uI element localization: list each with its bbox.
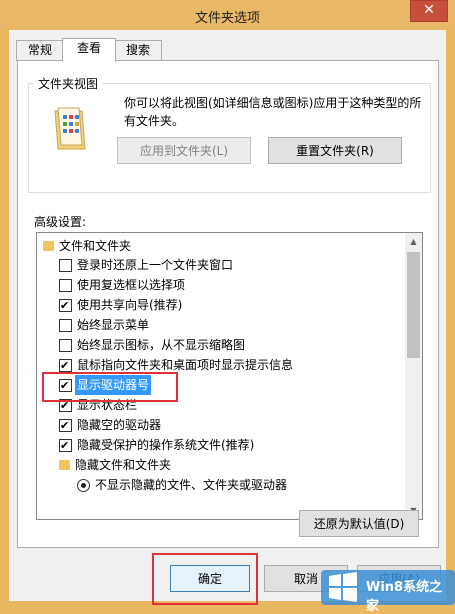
scrollbar-thumb[interactable] <box>407 252 420 358</box>
checkbox[interactable] <box>59 436 72 456</box>
list-item-label: 使用复选框以选择项 <box>77 278 186 292</box>
reset-folders-button[interactable]: 重置文件夹(R) <box>268 137 402 164</box>
tab-view[interactable]: 查看 <box>62 38 116 62</box>
title-bar: 文件夹选项 ✕ <box>0 0 455 30</box>
annotation-highlight-drive-letters <box>42 372 178 402</box>
tab-search[interactable]: 搜索 <box>114 40 162 61</box>
checkbox[interactable] <box>59 416 72 436</box>
checkbox[interactable] <box>59 259 72 272</box>
advanced-settings-label: 高级设置: <box>34 215 87 229</box>
close-icon: ✕ <box>423 2 435 18</box>
tab-strip: 常规 查看 搜索 <box>16 38 446 62</box>
scroll-up-icon[interactable]: ▲ <box>405 233 422 250</box>
annotation-highlight-ok <box>152 553 258 605</box>
radio-button[interactable] <box>77 479 90 492</box>
folder-views-legend: 文件夹视图 <box>34 75 103 92</box>
checkbox[interactable] <box>59 356 72 376</box>
watermark-text: Win8系统之家 <box>366 580 443 614</box>
folder-view-icon <box>54 107 86 150</box>
checkbox[interactable] <box>59 319 72 332</box>
list-item-label: 文件和文件夹 <box>59 239 132 253</box>
list-item-label: 隐藏文件和文件夹 <box>75 458 172 472</box>
list-item-label: 始终显示菜单 <box>77 318 150 332</box>
close-button[interactable]: ✕ <box>410 0 448 22</box>
list-item-label: 登录时还原上一个文件夹窗口 <box>77 258 234 272</box>
vertical-scrollbar[interactable]: ▲ ▼ <box>405 233 422 519</box>
folder-views-description: 你可以将此视图(如详细信息或图标)应用于这种类型的所有文件夹。 <box>124 96 422 128</box>
restore-defaults-button[interactable]: 还原为默认值(D) <box>299 510 419 537</box>
list-item-label: 隐藏空的驱动器 <box>77 418 162 432</box>
apply-to-folders-button[interactable]: 应用到文件夹(L) <box>117 137 251 164</box>
checkbox[interactable] <box>59 339 72 352</box>
list-item-label: 隐藏受保护的操作系统文件(推荐) <box>77 438 255 452</box>
checkbox[interactable] <box>59 279 72 292</box>
checkbox[interactable] <box>59 296 72 316</box>
list-item-label: 使用共享向导(推荐) <box>77 298 183 312</box>
folder-icon <box>59 460 70 470</box>
tab-general[interactable]: 常规 <box>16 40 64 61</box>
list-item-label: 不显示隐藏的文件、文件夹或驱动器 <box>95 478 288 492</box>
folder-icon <box>43 241 54 251</box>
window-title: 文件夹选项 <box>194 11 260 26</box>
list-item-label: 始终显示图标，从不显示缩略图 <box>77 338 246 352</box>
dialog-body: 常规 查看 搜索 文件夹视图 你可以将此视图(如详细信息或图标)应用于这种类型的… <box>9 30 446 601</box>
